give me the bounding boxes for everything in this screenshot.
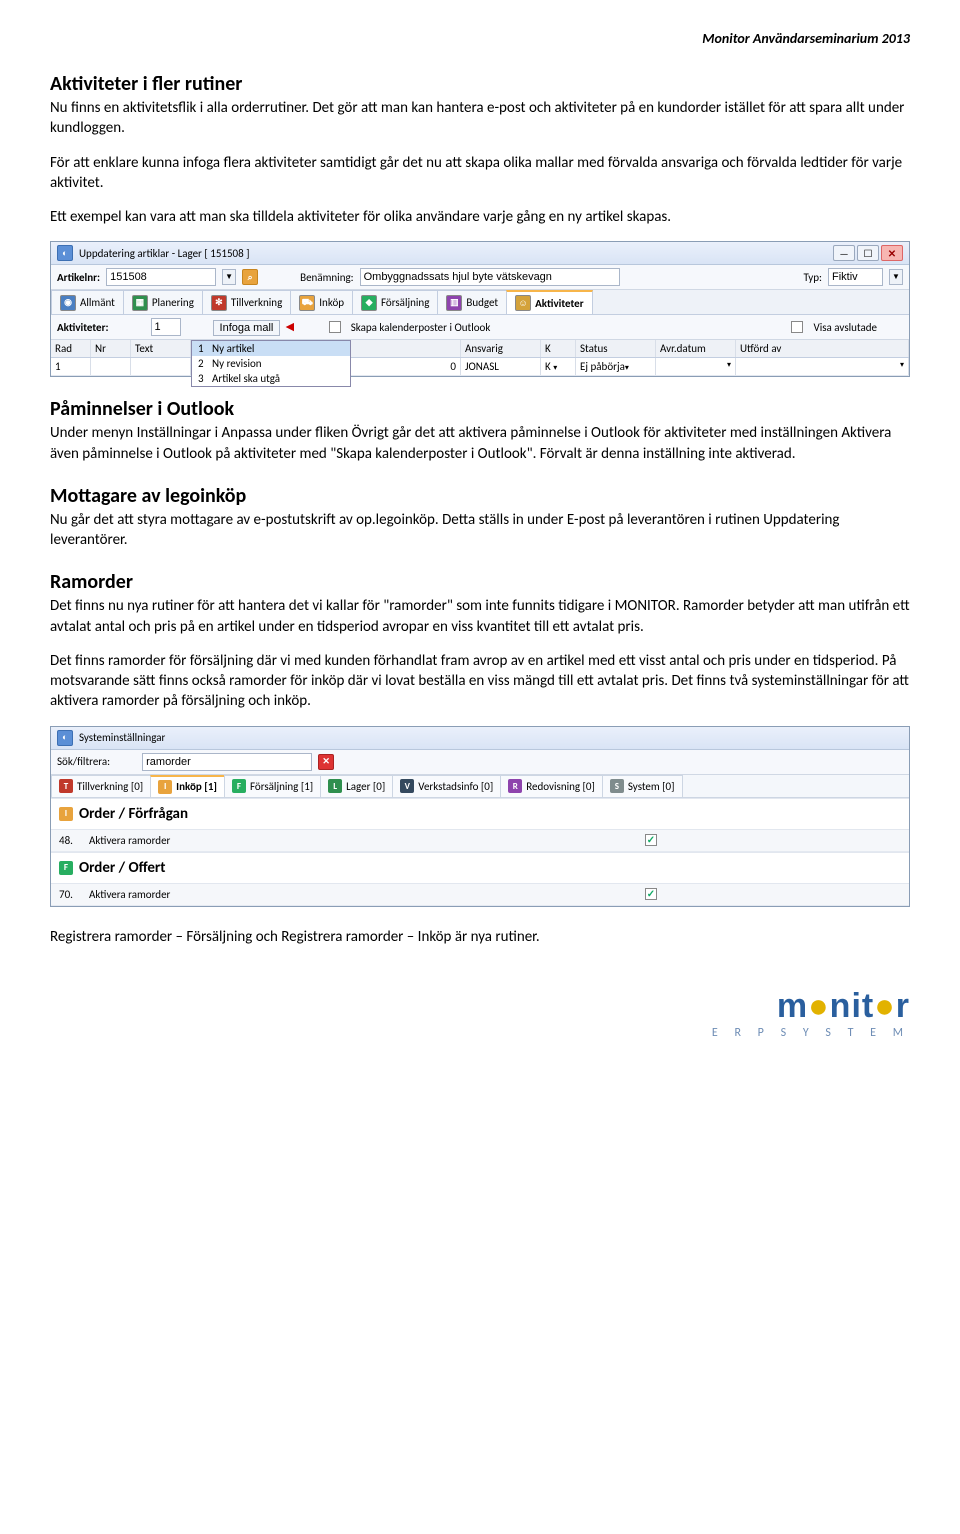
settings-tab[interactable]: S System [0]	[602, 775, 683, 797]
chart-icon: ▥	[446, 295, 462, 311]
tab-strip: ◉Allmänt ▦Planering ✻Tillverkning ⛟Inköp…	[51, 290, 909, 315]
para-1-3: Ett exempel kan vara att man ska tilldel…	[50, 207, 910, 227]
tab-label: System [0]	[628, 780, 675, 793]
settings-tab[interactable]: I Inköp [1]	[150, 775, 225, 797]
cart-icon: ⛟	[299, 295, 315, 311]
skapa-kalender-checkbox[interactable]	[329, 321, 341, 333]
sok-input[interactable]	[142, 753, 312, 771]
para-1-2: För att enklare kunna infoga flera aktiv…	[50, 153, 910, 194]
tab-label: Verkstadsinfo [0]	[418, 780, 493, 793]
tab-label: Redovisning [0]	[526, 780, 595, 793]
heading-ramorder: Ramorder	[50, 570, 910, 594]
person-icon: ☺	[515, 295, 531, 311]
tab-label: Tillverkning [0]	[77, 780, 143, 793]
dropdown-item[interactable]: 2Ny revision	[192, 356, 350, 371]
aktiviteter-count-input[interactable]	[151, 318, 181, 336]
para-4-2: Det finns ramorder för försäljning där v…	[50, 651, 910, 712]
setting-row-48: 48. Aktivera ramorder	[51, 830, 909, 852]
tab-inkop[interactable]: ⛟Inköp	[290, 290, 353, 314]
tab-icon: L	[328, 779, 342, 793]
grid-header: Rad Nr Text Ansvarig K Status Avr.datum …	[51, 340, 909, 358]
settings-tab[interactable]: L Lager [0]	[320, 775, 393, 797]
dropdown-item[interactable]: 1Ny artikel	[192, 341, 350, 356]
window-titlebar: ◐ Uppdatering artiklar - Lager [ 151508 …	[51, 242, 909, 265]
screenshot-uppdatering-artiklar: ◐ Uppdatering artiklar - Lager [ 151508 …	[50, 241, 910, 377]
group-icon: I	[59, 807, 73, 821]
tab-icon: V	[400, 779, 414, 793]
tab-allmant[interactable]: ◉Allmänt	[51, 290, 124, 314]
tab-tillverkning[interactable]: ✻Tillverkning	[202, 290, 291, 314]
settings-tabs: T Tillverkning [0] I Inköp [1] F Försäljning …	[51, 775, 909, 798]
typ-input[interactable]	[828, 268, 883, 286]
heading-paminnelser: Påminnelser i Outlook	[50, 397, 910, 421]
tab-label: Lager [0]	[346, 780, 385, 793]
artikelnr-dropdown-icon[interactable]: ▼	[222, 269, 236, 285]
maximize-button[interactable]: ☐	[857, 245, 879, 261]
para-3-1: Nu går det att styra mottagare av e-post…	[50, 510, 910, 551]
calendar-icon: ▦	[132, 295, 148, 311]
logo-subtitle: E R P S Y S T E M	[50, 1026, 910, 1040]
close-button[interactable]: ✕	[881, 245, 903, 261]
visa-avslutade-label: Visa avslutade	[813, 321, 877, 334]
para-1-1: Nu finns en aktivitetsflik i alla orderr…	[50, 98, 910, 139]
group-order-forfragan: I Order / Förfrågan	[51, 798, 909, 830]
dropdown-item[interactable]: 3Artikel ska utgå	[192, 371, 350, 386]
ramorder-inkop-checkbox[interactable]	[645, 834, 657, 846]
settings-tab[interactable]: R Redovisning [0]	[500, 775, 603, 797]
heading-mottagare: Mottagare av legoinköp	[50, 484, 910, 508]
tab-aktiviteter[interactable]: ☺Aktiviteter	[506, 290, 593, 314]
logo-text: m●nit●r	[50, 987, 910, 1026]
window-titlebar-2: ◐ Systeminställningar	[51, 727, 909, 750]
tab-icon: R	[508, 779, 522, 793]
aktiviteter-label: Aktiviteter:	[57, 321, 109, 334]
heading-aktiviteter: Aktiviteter i fler rutiner	[50, 72, 910, 96]
skapa-kalender-label: Skapa kalenderposter i Outlook	[351, 321, 491, 334]
typ-dropdown-icon[interactable]: ▼	[889, 269, 903, 285]
screenshot-systeminstallningar: ◐ Systeminställningar Sök/filtrera: ✕ TT…	[50, 726, 910, 907]
tag-icon: ◆	[361, 295, 377, 311]
para-4-1: Det finns nu nya rutiner för att hantera…	[50, 596, 910, 637]
group-icon: F	[59, 861, 73, 875]
lookup-icon[interactable]: ⌕	[242, 269, 258, 285]
typ-label: Typ:	[803, 271, 822, 284]
tab-label: Försäljning [1]	[250, 780, 313, 793]
gear-icon: ✻	[211, 295, 227, 311]
ramorder-forsaljning-checkbox[interactable]	[645, 888, 657, 900]
clear-search-icon[interactable]: ✕	[318, 754, 334, 770]
sok-label: Sök/filtrera:	[57, 755, 110, 768]
highlight-arrow-icon: ◄	[283, 318, 297, 335]
visa-avslutade-checkbox[interactable]	[791, 321, 803, 333]
tab-icon: T	[59, 779, 73, 793]
group-order-offert: F Order / Offert	[51, 852, 909, 884]
doc-header: Monitor Användarseminarium 2013	[50, 30, 910, 47]
window-title: Uppdatering artiklar - Lager [ 151508 ]	[79, 247, 250, 260]
setting-row-70: 70. Aktivera ramorder	[51, 884, 909, 906]
tab-forsaljning[interactable]: ◆Försäljning	[352, 290, 438, 314]
final-paragraph: Registrera ramorder – Försäljning och Re…	[50, 927, 910, 947]
infoga-mall-button[interactable]: Infoga mall	[213, 320, 281, 336]
para-2-1: Under menyn Inställningar i Anpassa unde…	[50, 423, 910, 464]
tab-icon: F	[232, 779, 246, 793]
window-title-2: Systeminställningar	[79, 731, 165, 744]
tab-icon: I	[158, 780, 172, 794]
benamning-input[interactable]	[360, 268, 620, 286]
app-icon: ◐	[57, 730, 73, 746]
settings-tab[interactable]: T Tillverkning [0]	[51, 775, 151, 797]
settings-tab[interactable]: V Verkstadsinfo [0]	[392, 775, 501, 797]
app-icon: ◐	[57, 245, 73, 261]
tab-budget[interactable]: ▥Budget	[437, 290, 507, 314]
tab-planering[interactable]: ▦Planering	[123, 290, 203, 314]
globe-icon: ◉	[60, 295, 76, 311]
footer-logo: m●nit●r E R P S Y S T E M	[50, 987, 910, 1040]
tab-icon: S	[610, 779, 624, 793]
settings-tab[interactable]: F Försäljning [1]	[224, 775, 321, 797]
benamning-label: Benämning:	[300, 271, 354, 284]
tab-label: Inköp [1]	[176, 780, 217, 793]
minimize-button[interactable]: —	[833, 245, 855, 261]
table-row[interactable]: 1 0 JONASL K ▾ Ej påbörja▾ ▾ ▾	[51, 358, 909, 376]
artikelnr-input[interactable]	[106, 268, 216, 286]
infoga-mall-dropdown[interactable]: 1Ny artikel 2Ny revision 3Artikel ska ut…	[191, 340, 351, 387]
artikelnr-label: Artikelnr:	[57, 271, 100, 284]
